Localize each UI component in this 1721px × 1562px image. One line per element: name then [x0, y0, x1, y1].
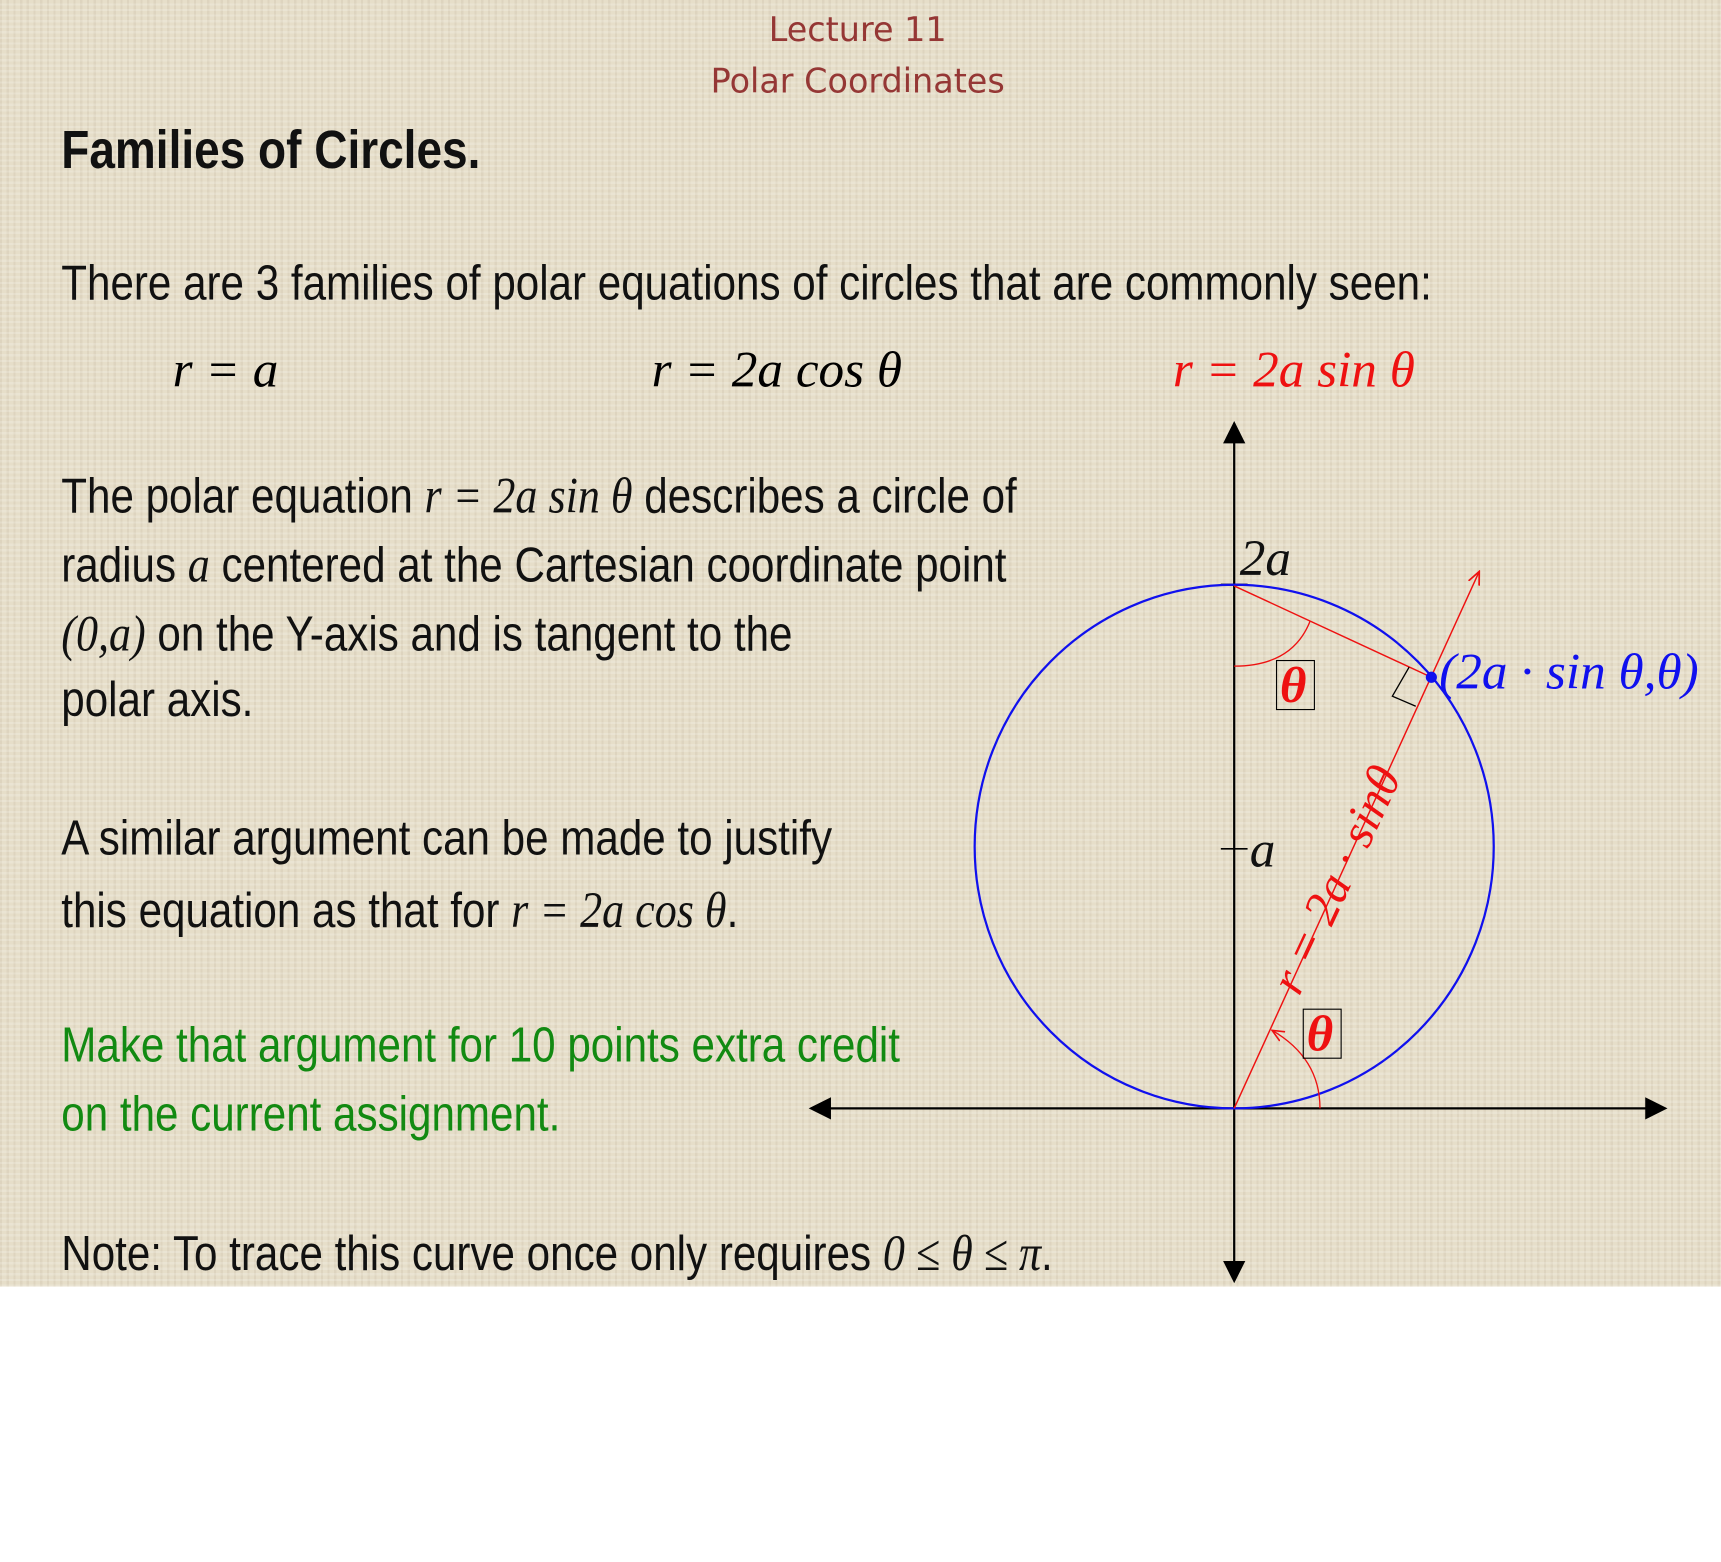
- label-2a: 2a: [1239, 529, 1292, 586]
- chord: [1233, 585, 1432, 678]
- point-marker: [1425, 671, 1437, 683]
- theta-top: θ: [1279, 656, 1307, 713]
- theta-bottom: θ: [1306, 1004, 1334, 1062]
- point-label: (2a · sin θ,θ): [1439, 642, 1699, 700]
- label-a: a: [1249, 820, 1276, 878]
- right-angle-mark: [1391, 666, 1417, 707]
